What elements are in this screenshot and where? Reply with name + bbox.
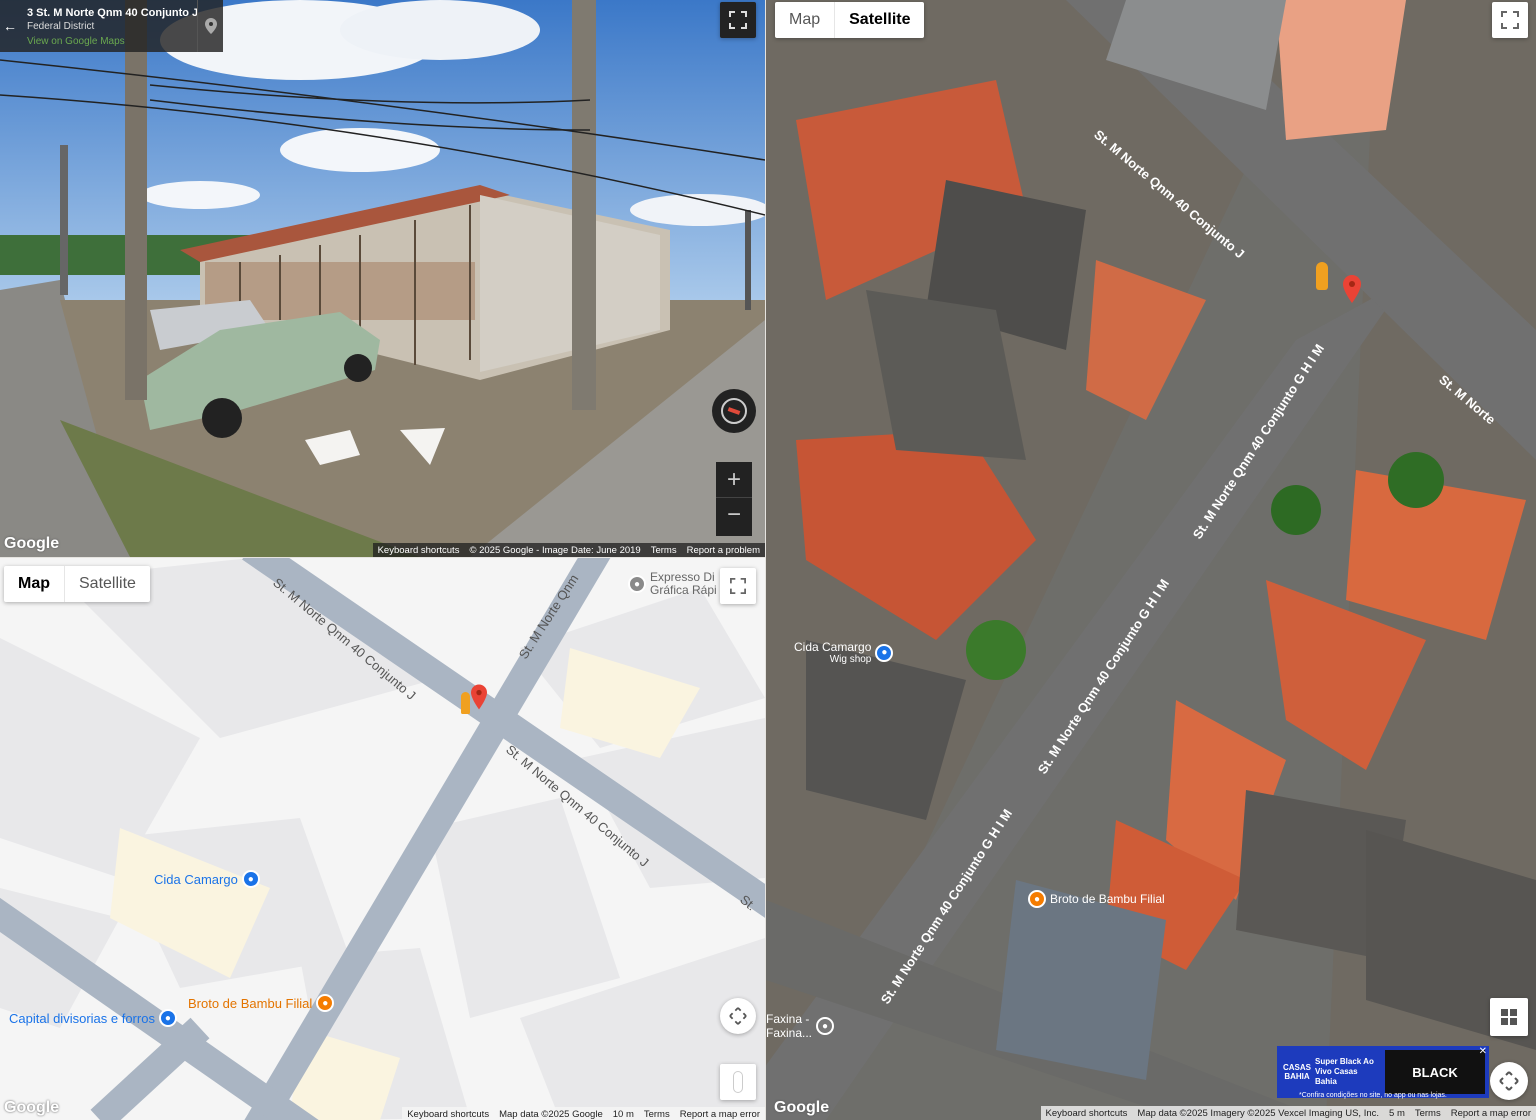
grid-icon xyxy=(1501,1009,1517,1025)
ad-disclaimer: *Confira condições no site, no app ou na… xyxy=(1299,1092,1447,1099)
terms-link[interactable]: Terms xyxy=(1410,1108,1446,1119)
pegman-icon[interactable] xyxy=(1316,262,1328,290)
google-logo: Google xyxy=(774,1099,830,1116)
place-icon: ● xyxy=(628,575,646,593)
view-on-google-maps-link[interactable]: View on Google Maps xyxy=(27,36,125,47)
location-marker-icon[interactable] xyxy=(1343,275,1361,308)
compass-icon[interactable] xyxy=(712,389,756,433)
report-map-error-link[interactable]: Report a map error xyxy=(675,1109,765,1120)
street-view-image xyxy=(0,0,765,557)
poi-name: Cida Camargo xyxy=(154,871,238,887)
map-type-map-button[interactable]: Map xyxy=(4,566,64,602)
fullscreen-icon xyxy=(730,578,746,594)
pegman-icon[interactable] xyxy=(461,692,470,714)
fullscreen-icon xyxy=(729,11,747,29)
keyboard-shortcuts-link[interactable]: Keyboard shortcuts xyxy=(1041,1108,1133,1119)
keyboard-shortcuts-link[interactable]: Keyboard shortcuts xyxy=(373,545,465,556)
report-map-error-link[interactable]: Report a map error xyxy=(1446,1108,1536,1119)
copyright-text: © 2025 Google - Image Date: June 2019 xyxy=(469,544,641,556)
poi-faxina[interactable]: Faxina - Faxina... ● xyxy=(766,1012,835,1040)
zoom-in-button[interactable]: + xyxy=(716,462,752,498)
road-map-footer: Keyboard shortcuts Map data ©2025 Google… xyxy=(402,1107,765,1120)
shopping-bag-icon: ● xyxy=(241,870,260,888)
road-map-panel[interactable]: Map Satellite St. M Norte Qnm 40 Conjunt… xyxy=(0,558,765,1120)
poi-broto-de-bambu[interactable]: ● Broto de Bambu Filial xyxy=(1028,890,1165,908)
fullscreen-button[interactable] xyxy=(1492,2,1528,38)
ad-title: Super Black Ao Vivo Casas Bahia xyxy=(1315,1057,1374,1086)
google-logo: Google xyxy=(4,535,60,552)
restaurant-icon: ● xyxy=(316,994,335,1012)
google-logo: Google xyxy=(4,1099,60,1116)
place-icon: ● xyxy=(816,1017,835,1035)
poi-category: Wig shop xyxy=(829,654,872,665)
move-arrows-icon xyxy=(729,1007,747,1025)
map-data-attribution: Map data ©2025 Imagery ©2025 Vexcel Imag… xyxy=(1137,1107,1380,1119)
scale-bar: 10 m xyxy=(612,1108,634,1120)
address-subtitle: Federal District xyxy=(27,21,95,32)
poi-expresso[interactable]: ● Expresso Di Gráfica Rápi xyxy=(628,571,717,597)
ad-banner[interactable]: CASAS BAHIA Super Black Ao Vivo Casas Ba… xyxy=(1277,1046,1489,1099)
poi-cida-camargo[interactable]: Cida Camargo ● xyxy=(154,870,260,888)
address-card: ← 3 St. M Norte Qnm 40 Conjunto J Federa… xyxy=(0,0,223,52)
satellite-map-panel[interactable]: Map Satellite St. M Norte Qnm 40 Conjunt… xyxy=(766,0,1536,1120)
address-title: 3 St. M Norte Qnm 40 Conjunto J xyxy=(27,7,199,19)
poi-cida-camargo[interactable]: Cida Camargo Wig shop ● xyxy=(794,640,894,665)
poi-name: Cida Camargo xyxy=(794,640,872,654)
ad-badge: BLACK xyxy=(1385,1050,1485,1094)
road-map-canvas xyxy=(0,558,765,1120)
shopping-bag-icon: ● xyxy=(158,1009,177,1027)
shopping-bag-icon: ● xyxy=(875,643,894,662)
poi-category: Gráfica Rápi xyxy=(650,583,717,597)
fullscreen-button[interactable] xyxy=(720,2,756,38)
ad-close-icon[interactable]: ✕ xyxy=(1479,1046,1487,1057)
pegman-icon xyxy=(733,1071,743,1093)
pegman-button[interactable] xyxy=(720,1064,756,1100)
poi-broto-de-bambu[interactable]: Broto de Bambu Filial ● xyxy=(188,994,335,1012)
map-type-map-button[interactable]: Map xyxy=(775,2,834,38)
zoom-controls: + − xyxy=(716,462,752,536)
map-data-attribution: Map data ©2025 Google xyxy=(499,1108,603,1120)
back-arrow-icon[interactable]: ← xyxy=(3,18,17,34)
ad-brand: CASAS BAHIA xyxy=(1282,1063,1311,1081)
terms-link[interactable]: Terms xyxy=(639,1109,675,1120)
fullscreen-button[interactable] xyxy=(720,568,756,604)
street-view-panel[interactable]: ← 3 St. M Norte Qnm 40 Conjunto J Federa… xyxy=(0,0,765,557)
keyboard-shortcuts-link[interactable]: Keyboard shortcuts xyxy=(402,1109,494,1120)
scale-bar: 5 m xyxy=(1389,1107,1405,1119)
poi-category: Faxina... xyxy=(766,1026,813,1040)
terms-link[interactable]: Terms xyxy=(646,545,682,556)
location-marker-icon[interactable] xyxy=(471,684,487,715)
map-type-toggle: Map Satellite xyxy=(775,2,925,38)
layers-button[interactable] xyxy=(1490,998,1528,1036)
restaurant-icon: ● xyxy=(1028,890,1046,908)
poi-capital-divisorias[interactable]: Capital divisorias e forros ● xyxy=(9,1009,177,1027)
report-problem-link[interactable]: Report a problem xyxy=(682,545,765,556)
street-view-footer: Keyboard shortcuts © 2025 Google - Image… xyxy=(372,543,765,557)
map-type-satellite-button[interactable]: Satellite xyxy=(834,2,924,38)
poi-name: Broto de Bambu Filial xyxy=(1050,892,1165,906)
map-type-satellite-button[interactable]: Satellite xyxy=(64,566,150,602)
map-type-toggle: Map Satellite xyxy=(4,566,150,602)
move-arrows-icon xyxy=(1499,1071,1519,1091)
location-pin-icon[interactable] xyxy=(197,0,223,52)
poi-name: Capital divisorias e forros xyxy=(9,1010,155,1026)
fullscreen-icon xyxy=(1501,11,1519,29)
poi-name: Broto de Bambu Filial xyxy=(188,995,313,1011)
satellite-map-footer: Keyboard shortcuts Map data ©2025 Imager… xyxy=(1040,1106,1536,1120)
camera-control-button[interactable] xyxy=(720,998,756,1034)
camera-control-button[interactable] xyxy=(1490,1062,1528,1100)
zoom-out-button[interactable]: − xyxy=(716,498,752,534)
poi-name: Faxina - xyxy=(766,1012,810,1026)
